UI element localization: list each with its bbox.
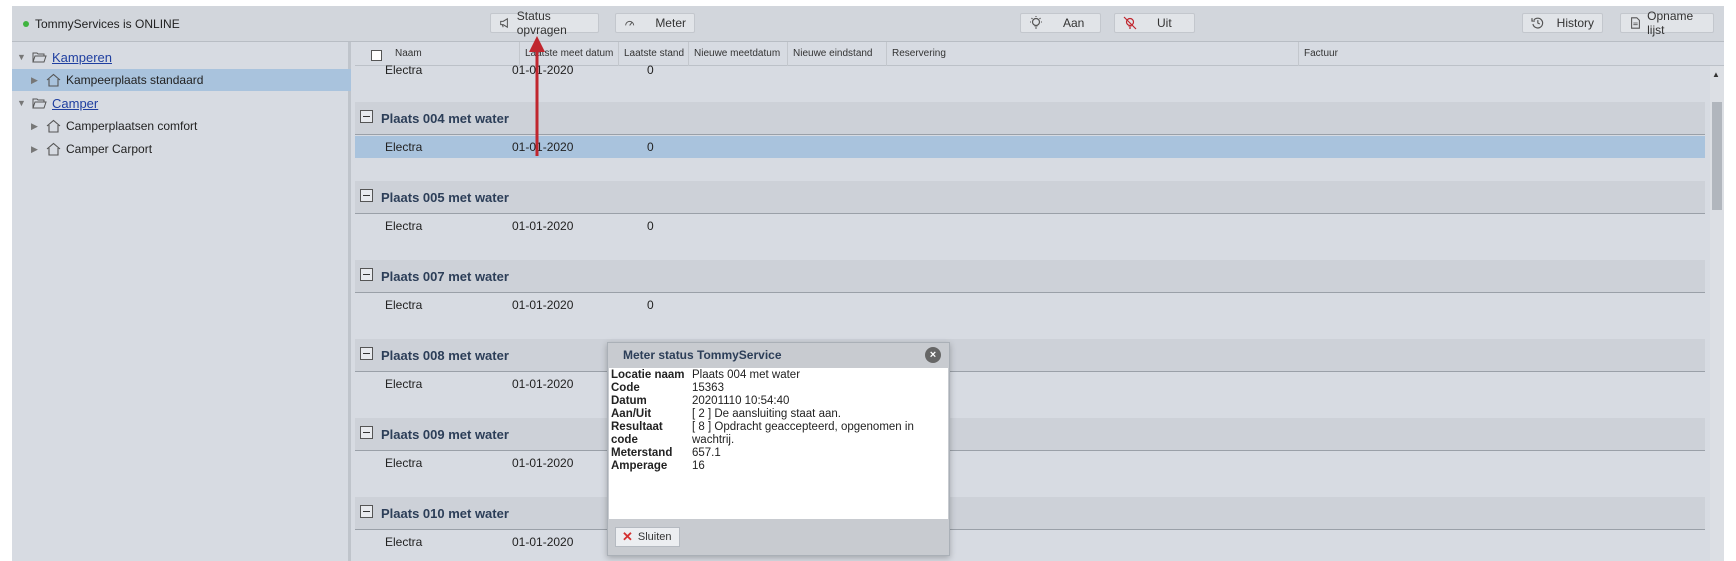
field-row: Aan/Uit[ 2 ] De aansluiting staat aan.: [611, 408, 841, 420]
field-row: Datum 20201110 10:54:40: [611, 395, 790, 407]
folder-open-icon: [32, 52, 47, 63]
group-header[interactable]: Plaats 008 met water: [355, 339, 1705, 372]
dialog-title: Meter status TommyService: [623, 348, 782, 362]
dialog-footer: ✕ Sluiten: [608, 519, 949, 555]
history-icon: [1531, 17, 1544, 29]
lightbulb-icon: [1030, 16, 1042, 29]
tree-node-camper[interactable]: ▼ Camper: [17, 92, 98, 114]
megaphone-icon: [500, 17, 508, 29]
scroll-up-icon[interactable]: ▲: [1712, 70, 1720, 79]
history-button[interactable]: History: [1522, 13, 1603, 33]
collapse-group-icon[interactable]: [360, 505, 373, 518]
scrollbar-thumb[interactable]: [1712, 102, 1722, 210]
home-icon: [46, 73, 61, 87]
field-row: Locatie naam Plaats 004 met water: [611, 369, 801, 381]
toolbar: TommyServices is ONLINE Status opvragen …: [12, 6, 1724, 42]
table-row[interactable]: Electra 01-01-2020: [355, 452, 1705, 474]
table-row[interactable]: Electra 01-01-2020: [355, 531, 1705, 553]
collapsed-arrow-icon[interactable]: ▶: [31, 121, 41, 132]
close-icon[interactable]: ×: [925, 347, 941, 363]
meter-button[interactable]: Meter: [615, 13, 695, 33]
home-icon: [46, 119, 61, 133]
field-row: Code 15363: [611, 382, 724, 394]
aan-button[interactable]: Aan: [1020, 13, 1101, 33]
gauge-icon: [625, 20, 635, 26]
status-opvragen-button[interactable]: Status opvragen: [490, 9, 599, 37]
status-text: TommyServices is ONLINE: [35, 17, 180, 31]
group-header[interactable]: Plaats 004 met water: [355, 102, 1705, 135]
group-header[interactable]: Plaats 005 met water: [355, 181, 1705, 214]
meter-grid: Naam Laatste meet datum Laatste stand Ni…: [355, 42, 1724, 561]
meter-status-dialog: Meter status TommyService × Locatie naam…: [607, 342, 950, 556]
document-icon: [1631, 17, 1640, 29]
lightbulb-off-icon: [1123, 16, 1137, 30]
group-header[interactable]: Plaats 007 met water: [355, 260, 1705, 293]
location-tree: ▼ Kamperen ▶ Kampeerplaats standaard ▼ C…: [12, 42, 351, 561]
uit-button[interactable]: Uit: [1114, 13, 1195, 33]
dialog-header: Meter status TommyService ×: [608, 343, 949, 368]
field-row: Amperage 16: [611, 460, 705, 472]
tree-node-kamperen[interactable]: ▼ Kamperen: [17, 46, 112, 68]
sluiten-button[interactable]: ✕ Sluiten: [615, 527, 680, 547]
table-row[interactable]: Electra 01-01-2020 0: [355, 215, 1705, 237]
field-row: Resultaat code[ 8 ] Opdracht geaccepteer…: [611, 421, 914, 446]
group-header[interactable]: Plaats 009 met water: [355, 418, 1705, 451]
home-icon: [46, 142, 61, 156]
collapse-group-icon[interactable]: [360, 110, 373, 123]
grid-body: Electra 01-01-2020 0 Plaats 004 met wate…: [355, 63, 1719, 561]
table-row[interactable]: Electra 01-01-2020: [355, 373, 1705, 395]
collapse-group-icon[interactable]: [360, 189, 373, 202]
collapse-group-icon[interactable]: [360, 347, 373, 360]
field-row: Meterstand 657.1: [611, 447, 721, 459]
online-indicator-icon: [23, 21, 29, 27]
close-x-icon: ✕: [622, 529, 633, 544]
tree-node-camper-carport[interactable]: ▶ Camper Carport: [31, 138, 152, 160]
collapse-group-icon[interactable]: [360, 268, 373, 281]
group-header[interactable]: Plaats 010 met water: [355, 497, 1705, 530]
folder-open-icon: [32, 98, 47, 109]
opname-lijst-button[interactable]: Opname lijst: [1620, 9, 1714, 37]
collapse-group-icon[interactable]: [360, 426, 373, 439]
table-row[interactable]: Electra 01-01-2020 0: [355, 294, 1705, 316]
collapsed-arrow-icon[interactable]: ▶: [31, 75, 41, 86]
tree-node-kampeerplaats-standaard[interactable]: ▶ Kampeerplaats standaard: [12, 69, 351, 91]
expand-arrow-icon[interactable]: ▼: [17, 52, 27, 62]
collapsed-arrow-icon[interactable]: ▶: [31, 144, 41, 155]
dialog-body: Locatie naam Plaats 004 met water Code 153…: [609, 368, 948, 519]
expand-arrow-icon[interactable]: ▼: [17, 98, 27, 108]
tree-node-camperplaatsen-comfort[interactable]: ▶ Camperplaatsen comfort: [31, 115, 197, 137]
connection-status: TommyServices is ONLINE: [23, 17, 180, 31]
table-row[interactable]: Electra 01-01-2020 0: [355, 136, 1705, 158]
vertical-scrollbar[interactable]: ▲: [1710, 66, 1724, 561]
table-row[interactable]: Electra 01-01-2020 0: [355, 59, 1705, 81]
